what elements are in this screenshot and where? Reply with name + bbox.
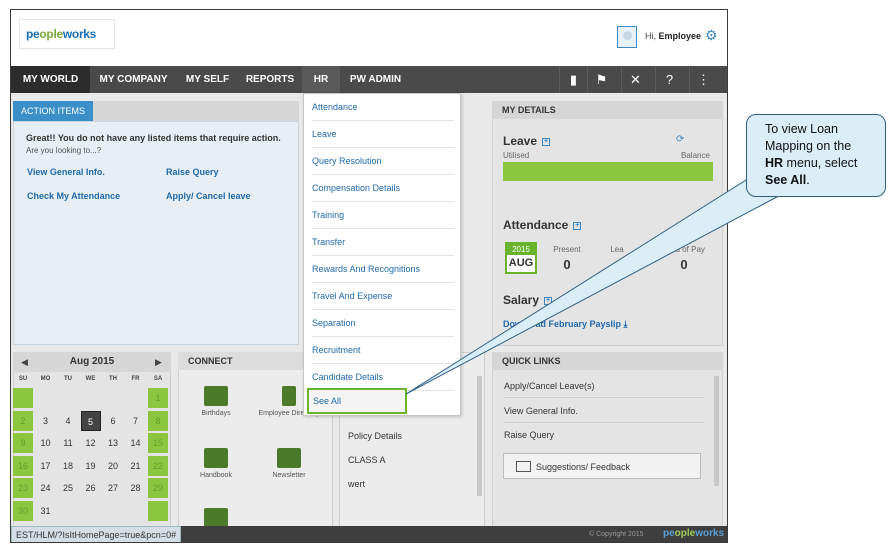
callout-bold: HR	[765, 156, 784, 170]
callout-text: .	[806, 173, 810, 187]
callout-line: Mapping on the	[765, 139, 852, 153]
callout-pointer	[405, 169, 791, 395]
callout-bold: See All	[765, 173, 807, 187]
callout-line: To view Loan	[765, 122, 838, 136]
callout-line: HR menu, select	[765, 155, 879, 172]
callout-box: To view Loan Mapping on the HR menu, sel…	[746, 114, 886, 197]
callout-line: See All.	[765, 172, 879, 189]
callout-text: menu, select	[783, 156, 858, 170]
